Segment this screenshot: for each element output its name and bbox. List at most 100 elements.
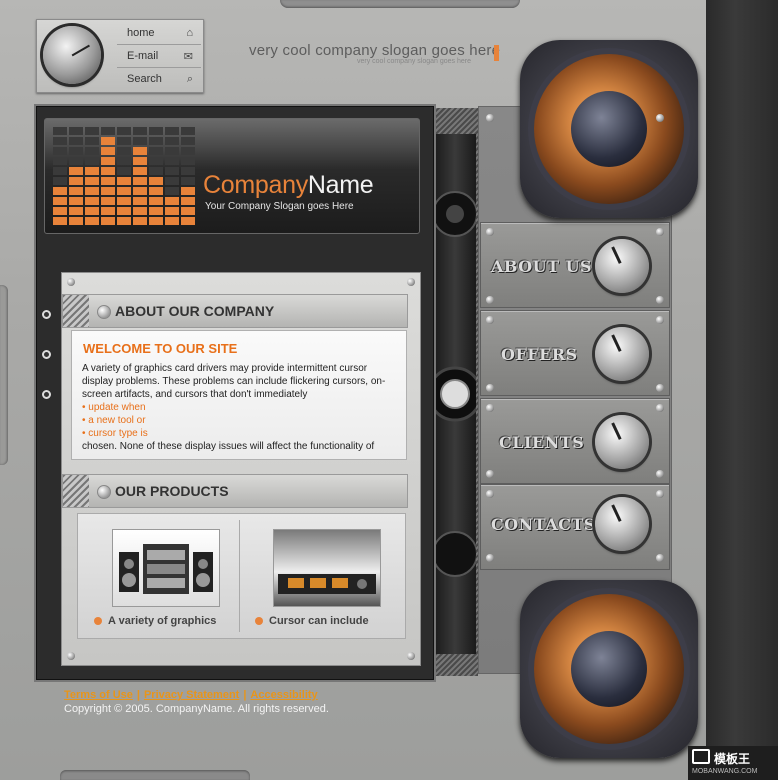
company-slogan: very cool company slogan goes here — [249, 42, 501, 59]
rivet-icon — [656, 316, 664, 324]
top-nav-list: home ⌂ E-mail ✉ Search ⌕ — [117, 22, 201, 90]
site-header: CompanyName Your Company Slogan goes Her… — [44, 118, 420, 234]
watermark-title: 模板王 — [714, 752, 751, 766]
rivet-icon — [656, 114, 664, 122]
bullet-dot-icon — [97, 305, 111, 319]
menu-about-us-label: ABOUT US — [491, 257, 593, 276]
slogan-accent-bar — [494, 45, 499, 61]
top-tab-decoration — [280, 0, 520, 8]
rivet-icon — [486, 114, 494, 122]
products-heading: OUR PRODUCTS — [115, 483, 229, 499]
nav-home-label: home — [127, 27, 155, 39]
copyright-text: Copyright © 2005. CompanyName. All right… — [64, 703, 329, 715]
rivet-icon — [486, 228, 494, 236]
menu-clients-label: CLIENTS — [499, 433, 585, 452]
about-body: WELCOME TO OUR SITE A variety of graphic… — [71, 330, 407, 460]
rivet-icon — [42, 350, 51, 359]
mail-icon: ✉ — [183, 50, 193, 63]
product-label: A variety of graphics — [94, 615, 216, 627]
rivet-icon — [486, 296, 494, 304]
welcome-heading: WELCOME TO OUR SITE — [83, 341, 238, 356]
slogan-reflection: very cool company slogan goes here — [357, 58, 472, 65]
terms-link[interactable]: Terms of Use — [64, 689, 133, 701]
footer-links: Terms of Use | Privacy Statement | Accessibi… — [64, 689, 318, 701]
nav-search-link[interactable]: Search ⌕ — [117, 68, 201, 90]
bolt-icon — [407, 278, 415, 286]
about-bullet-1: • update when — [82, 402, 146, 413]
about-bullet-2: • a new tool or — [82, 415, 146, 426]
nav-email-link[interactable]: E-mail ✉ — [117, 45, 201, 68]
bolt-icon — [407, 652, 415, 660]
speaker-top-icon — [520, 40, 698, 218]
top-nav: home ⌂ E-mail ✉ Search ⌕ — [36, 19, 204, 93]
rivet-icon — [656, 384, 664, 392]
knob-icon — [595, 239, 649, 293]
bolt-icon — [67, 278, 75, 286]
rivet-icon — [486, 384, 494, 392]
nav-search-label: Search — [127, 73, 162, 85]
center-speaker-icon — [427, 191, 483, 577]
equalizer-logo-icon — [53, 127, 195, 225]
amplifier-icon — [278, 574, 376, 594]
rivet-icon — [656, 296, 664, 304]
about-bullet-3: • cursor type is — [82, 428, 148, 439]
rivet-icon — [42, 390, 51, 399]
menu-contacts-label: CONTACTS — [491, 515, 596, 534]
rivet-icon — [486, 470, 494, 478]
products-area: A variety of graphics Cursor can include — [77, 513, 406, 639]
product-card[interactable]: Cursor can include — [243, 514, 397, 638]
stereo-icon — [119, 544, 213, 594]
rivet-icon — [486, 316, 494, 324]
brand-name: CompanyName — [203, 171, 374, 200]
menu-offers-label: OFFERS — [501, 345, 578, 364]
product-label: Cursor can include — [255, 615, 369, 627]
footer-separator: | — [136, 689, 140, 701]
brand-part-1: Company — [203, 171, 308, 199]
rivet-icon — [656, 228, 664, 236]
center-speaker-column — [427, 134, 483, 654]
about-paragraph-2: chosen. None of these display issues wil… — [82, 441, 375, 452]
rivet-icon — [486, 554, 494, 562]
privacy-link[interactable]: Privacy Statement — [144, 689, 239, 701]
brand-part-2: Name — [307, 171, 374, 199]
footer-separator: | — [243, 689, 247, 701]
rivet-icon — [656, 554, 664, 562]
knob-icon — [595, 497, 649, 551]
menu-offers[interactable]: OFFERS — [480, 310, 670, 396]
accessibility-link[interactable]: Accessibility — [250, 689, 317, 701]
speaker-bottom-icon — [520, 580, 698, 758]
products-section-header: OUR PRODUCTS — [62, 474, 408, 508]
bottom-tab-decoration — [60, 770, 250, 780]
amplifier-image — [273, 529, 381, 607]
rivet-icon — [486, 490, 494, 498]
volume-knob-icon — [43, 26, 101, 84]
rivet-icon — [42, 310, 51, 319]
knob-icon — [595, 327, 649, 381]
search-icon: ⌕ — [186, 72, 193, 85]
right-dark-strip — [706, 0, 778, 780]
menu-clients[interactable]: CLIENTS — [480, 398, 670, 484]
watermark-logo-icon — [692, 749, 710, 764]
watermark: 模板王 MOBANWANG.COM — [688, 746, 778, 780]
brand-tagline: Your Company Slogan goes Here — [205, 201, 354, 212]
rivet-icon — [656, 490, 664, 498]
about-paragraph-1: A variety of graphics card drivers may p… — [82, 363, 386, 400]
product-divider — [239, 520, 240, 632]
left-notch-decoration — [0, 285, 8, 465]
nav-email-label: E-mail — [127, 50, 159, 62]
about-heading: ABOUT OUR COMPANY — [115, 303, 275, 319]
watermark-url: MOBANWANG.COM — [692, 768, 758, 775]
rivet-icon — [486, 404, 494, 412]
menu-about-us[interactable]: ABOUT US — [480, 222, 670, 308]
menu-contacts[interactable]: CONTACTS — [480, 484, 670, 570]
about-section-header: ABOUT OUR COMPANY — [62, 294, 408, 328]
nav-home-link[interactable]: home ⌂ — [117, 22, 201, 45]
home-icon: ⌂ — [186, 27, 193, 39]
stereo-system-image — [112, 529, 220, 607]
product-card[interactable]: A variety of graphics — [82, 514, 236, 638]
rivet-icon — [656, 470, 664, 478]
rivet-icon — [656, 404, 664, 412]
bolt-icon — [67, 652, 75, 660]
knob-icon — [595, 415, 649, 469]
bullet-dot-icon — [97, 485, 111, 499]
